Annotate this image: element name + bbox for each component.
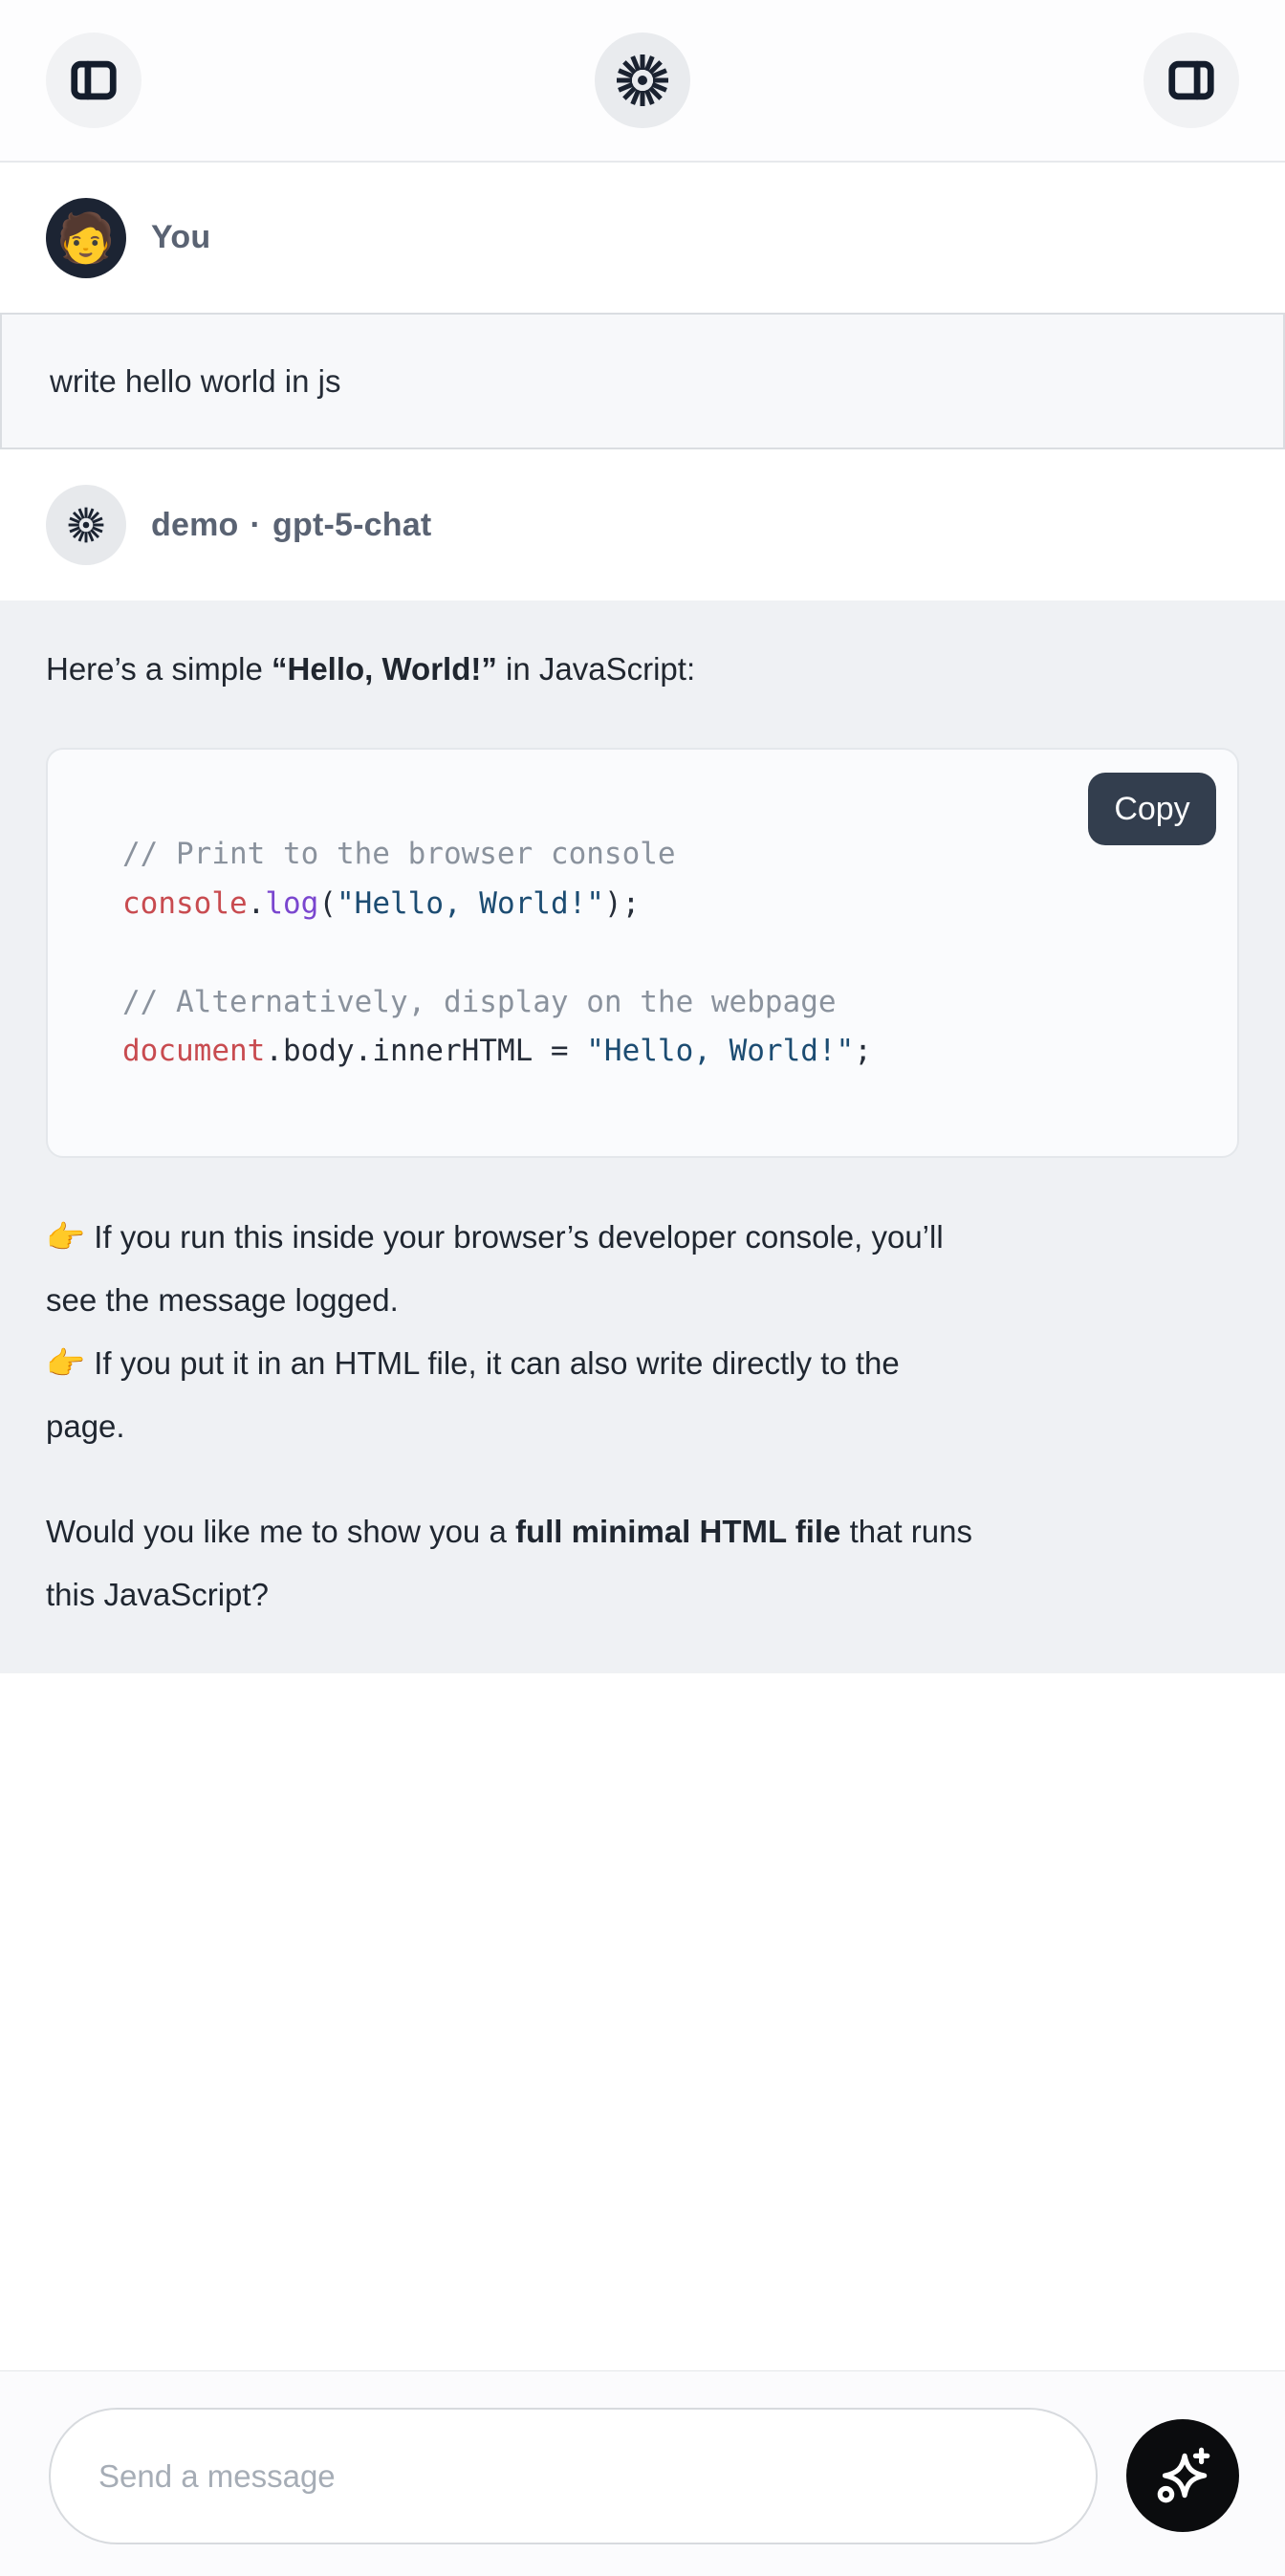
person-emoji: 🧑 bbox=[56, 214, 116, 262]
sidebar-toggle-button[interactable] bbox=[46, 33, 142, 128]
starburst-icon bbox=[612, 50, 673, 111]
panel-right-icon bbox=[1165, 55, 1217, 106]
top-bar bbox=[0, 0, 1285, 163]
assistant-name-separator: · bbox=[250, 507, 261, 544]
assistant-paragraph: Would you like me to show you a full min… bbox=[46, 1500, 1239, 1626]
assistant-message-header: demo · gpt-5-chat bbox=[0, 449, 1285, 600]
starburst-icon bbox=[66, 505, 106, 545]
sparkles-icon bbox=[1151, 2444, 1214, 2507]
code-block: Copy // Print to the browser consolecons… bbox=[46, 748, 1239, 1158]
right-panel-toggle-button[interactable] bbox=[1143, 33, 1239, 128]
user-message-header: 🧑 You bbox=[0, 163, 1285, 313]
assistant-intro-text: Here’s a simple “Hello, World!” in JavaS… bbox=[46, 650, 1239, 688]
user-message-text: write hello world in js bbox=[50, 363, 340, 400]
assistant-name: demo bbox=[151, 507, 238, 544]
composer-bar bbox=[0, 2371, 1285, 2576]
chat-app: 🧑 You write hello world in js bbox=[0, 0, 1285, 2576]
assistant-avatar bbox=[46, 485, 126, 565]
assistant-sender-name: demo · gpt-5-chat bbox=[151, 507, 431, 544]
assistant-model: gpt-5-chat bbox=[272, 507, 431, 544]
code-content: // Print to the browser consoleconsole.l… bbox=[48, 750, 1237, 1077]
message-input[interactable] bbox=[49, 2408, 1098, 2544]
copy-code-button[interactable]: Copy bbox=[1088, 773, 1216, 845]
assistant-paragraph: 👉 If you run this inside your browser’s … bbox=[46, 1206, 1239, 1458]
user-sender-name: You bbox=[151, 219, 210, 256]
panel-left-icon bbox=[68, 55, 120, 106]
assistant-message: Here’s a simple “Hello, World!” in JavaS… bbox=[0, 600, 1285, 1673]
user-avatar: 🧑 bbox=[46, 198, 126, 278]
user-message-bubble: write hello world in js bbox=[0, 313, 1285, 449]
model-home-button[interactable] bbox=[595, 33, 690, 128]
generate-button[interactable] bbox=[1126, 2419, 1239, 2532]
